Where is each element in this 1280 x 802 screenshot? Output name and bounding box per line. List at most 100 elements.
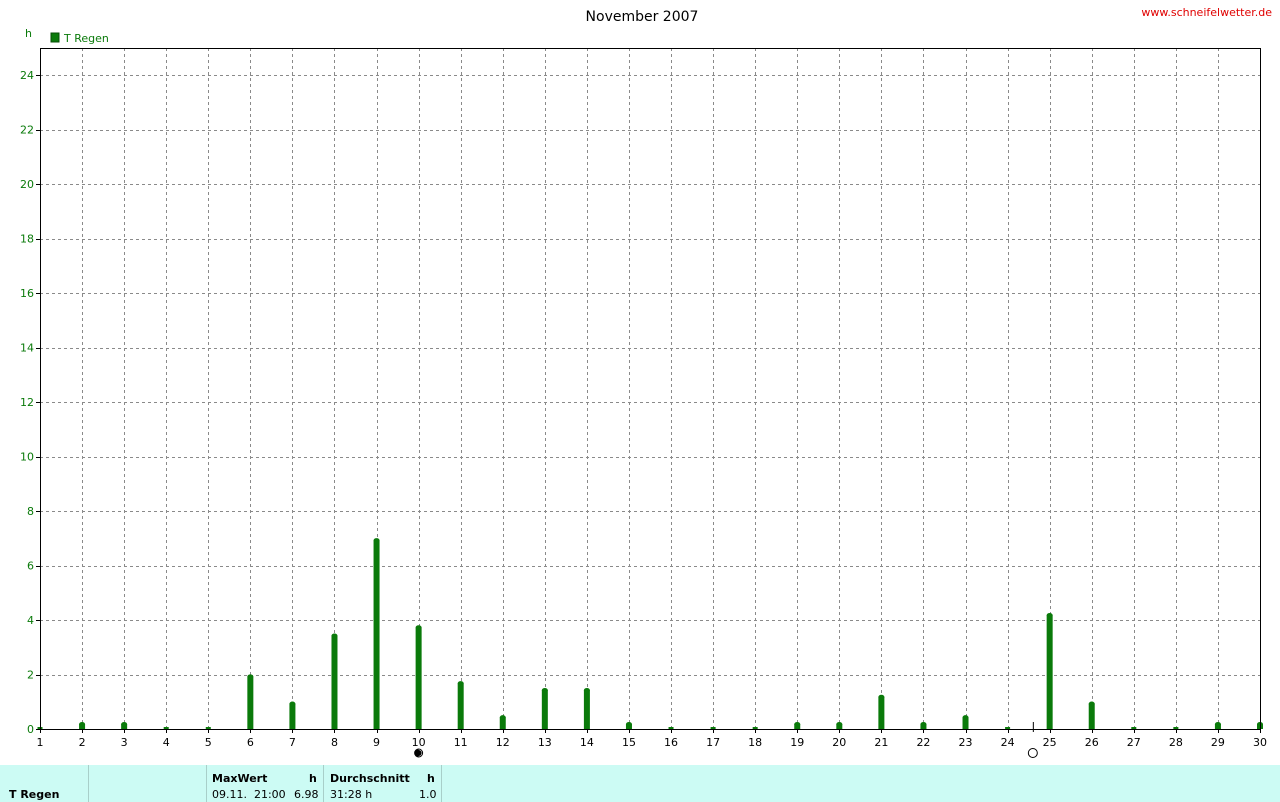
footer-divider xyxy=(323,765,324,802)
avg-header: Durchschnitt xyxy=(330,772,410,785)
y-tick-label: 8 xyxy=(27,505,34,518)
bar-body xyxy=(247,676,254,729)
bar-cap xyxy=(247,674,254,679)
bar-cap xyxy=(1046,613,1053,618)
bar xyxy=(962,715,969,729)
y-tick-label: 16 xyxy=(20,287,34,300)
axes xyxy=(36,48,1261,733)
y-tick-labels: 024681012141618202224 xyxy=(20,69,34,736)
legend-swatch xyxy=(50,32,60,43)
bar-body xyxy=(583,690,590,729)
bar xyxy=(499,715,506,729)
x-tick-label: 28 xyxy=(1169,736,1183,749)
bar-body xyxy=(373,540,380,729)
x-tick-label: 12 xyxy=(496,736,510,749)
x-tick-label: 17 xyxy=(706,736,720,749)
y-tick-label: 20 xyxy=(20,178,34,191)
bar-body xyxy=(878,696,885,729)
avg-total: 31:28 h xyxy=(330,788,373,801)
bar xyxy=(415,625,422,729)
bar xyxy=(1131,727,1137,729)
bar-cap xyxy=(1214,721,1221,727)
bar xyxy=(289,701,296,729)
bar xyxy=(836,721,843,729)
watermark-link[interactable]: www.schneifelwetter.de xyxy=(1141,6,1272,19)
x-tick-label: 5 xyxy=(205,736,212,749)
bar-body xyxy=(541,690,548,729)
bar xyxy=(79,721,86,729)
x-tick-label: 29 xyxy=(1211,736,1225,749)
summary-table: T Regen MaxWert h 09.11. 21:00 6.98 Durc… xyxy=(0,765,1280,802)
x-tick-label: 10 xyxy=(412,736,426,749)
bar-body xyxy=(457,683,464,729)
bar-body xyxy=(331,635,338,729)
bar xyxy=(121,721,128,729)
y-tick-label: 0 xyxy=(27,723,34,736)
bar-cap xyxy=(121,721,128,727)
footer-divider xyxy=(441,765,442,802)
x-tick-label: 20 xyxy=(832,736,846,749)
x-tick-label: 13 xyxy=(538,736,552,749)
y-tick-label: 10 xyxy=(20,451,34,464)
bar-cap xyxy=(878,694,885,700)
bar-cap xyxy=(373,538,380,543)
legend: T Regen xyxy=(50,32,109,45)
rain-duration-chart: November 2007 www.schneifelwetter.de h T… xyxy=(20,6,1272,758)
x-tick-label: 2 xyxy=(79,736,86,749)
x-tick-labels: 1 2 3 4 5 6 7 8 9 10 11 12 13 14 15 16 17 18 19 20 21 22 23 24 2… xyxy=(37,736,1268,749)
x-tick-label: 24 xyxy=(1001,736,1015,749)
bar-cap xyxy=(1088,701,1095,706)
x-tick-label: 23 xyxy=(959,736,973,749)
x-tick-label: 26 xyxy=(1085,736,1099,749)
avg-unit: h xyxy=(427,772,435,785)
bar xyxy=(794,721,801,729)
new-moon-icon xyxy=(414,748,424,758)
x-tick-label: 7 xyxy=(289,736,296,749)
y-tick-label: 24 xyxy=(20,69,34,82)
bar xyxy=(710,727,716,729)
x-tick-label: 6 xyxy=(247,736,254,749)
y-tick-label: 6 xyxy=(27,560,34,573)
legend-label: T Regen xyxy=(63,32,109,45)
bar xyxy=(625,721,632,729)
bar xyxy=(1173,727,1179,729)
bar-cap xyxy=(962,715,969,720)
bar-cap xyxy=(79,721,86,727)
y-tick-label: 4 xyxy=(27,614,34,627)
x-tick-label: 18 xyxy=(748,736,762,749)
full-moon-icon xyxy=(1027,722,1038,758)
x-tick-label: 19 xyxy=(790,736,804,749)
bar-cap xyxy=(583,687,590,693)
moon-outline xyxy=(1027,748,1038,758)
bar xyxy=(1214,721,1221,729)
x-tick-label: 9 xyxy=(373,736,380,749)
x-tick-label: 15 xyxy=(622,736,636,749)
bar xyxy=(1088,701,1095,729)
bar xyxy=(541,687,548,729)
bar xyxy=(247,674,254,729)
bar-body xyxy=(1046,615,1053,729)
x-tick-label: 14 xyxy=(580,736,594,749)
bar-cap xyxy=(499,715,506,720)
plot-frame xyxy=(40,48,1261,730)
y-tick-label: 14 xyxy=(20,342,34,355)
bar xyxy=(163,727,169,729)
bar-cap xyxy=(920,721,927,727)
bar xyxy=(205,727,211,729)
x-tick-label: 1 xyxy=(37,736,44,749)
x-tick-label: 22 xyxy=(916,736,930,749)
footer-divider xyxy=(206,765,207,802)
avg-value: 1.0 xyxy=(419,788,437,801)
bar xyxy=(1005,727,1011,729)
y-axis-unit: h xyxy=(25,27,32,40)
bar xyxy=(878,694,885,729)
y-tick-label: 18 xyxy=(20,233,34,246)
bar-cap xyxy=(794,721,801,727)
x-tick-label: 4 xyxy=(163,736,170,749)
x-tick-label: 21 xyxy=(874,736,888,749)
x-tick-label: 16 xyxy=(664,736,678,749)
x-tick-label: 3 xyxy=(121,736,128,749)
bar xyxy=(920,721,927,729)
bar xyxy=(373,538,380,729)
moon-disc xyxy=(415,750,422,756)
